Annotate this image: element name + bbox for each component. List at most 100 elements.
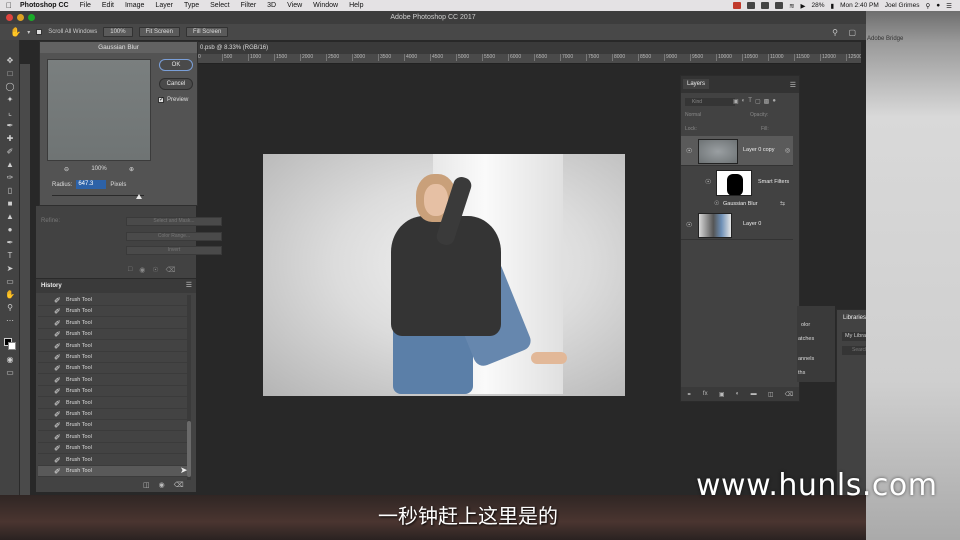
- apply-mask-icon[interactable]: ◉: [139, 266, 145, 274]
- menu-type[interactable]: Type: [184, 2, 199, 9]
- battery-level[interactable]: 28%: [812, 2, 825, 9]
- wifi-icon[interactable]: ≋: [789, 2, 794, 10]
- menu-3d[interactable]: 3D: [267, 2, 276, 9]
- history-state-row[interactable]: ✐ Brush Tool: [38, 318, 188, 329]
- filter-toggle-icon[interactable]: ●: [772, 98, 776, 105]
- color-range-button[interactable]: Color Range...: [126, 232, 222, 241]
- filter-name[interactable]: Gaussian Blur: [723, 201, 758, 207]
- menu-select[interactable]: Select: [210, 2, 229, 9]
- healing-tool-icon[interactable]: ✚: [5, 134, 15, 143]
- history-state-row[interactable]: ✐ Brush Tool: [38, 466, 188, 477]
- history-state-row[interactable]: ✐ Brush Tool: [38, 329, 188, 341]
- marquee-tool-icon[interactable]: □: [5, 69, 15, 78]
- adjustment-filter-icon[interactable]: ◐: [742, 98, 746, 105]
- snapshot-camera-icon[interactable]: ◉: [159, 481, 165, 489]
- history-tab[interactable]: History: [36, 279, 196, 293]
- siri-icon[interactable]: ●: [936, 2, 940, 9]
- menu-app[interactable]: Photoshop CC: [20, 2, 69, 9]
- battery-icon[interactable]: ▮: [831, 2, 835, 10]
- menu-view[interactable]: View: [287, 2, 302, 9]
- history-state-row[interactable]: ✐ Brush Tool: [38, 375, 188, 386]
- radius-input[interactable]: 647.3: [76, 180, 107, 189]
- smart-filter-row[interactable]: ☉ Smart Filters: [681, 167, 793, 199]
- zoom-out-icon[interactable]: ⊖: [64, 166, 69, 173]
- filter-mask-thumbnail[interactable]: [716, 170, 752, 196]
- visibility-eye-icon[interactable]: ☉: [686, 147, 692, 155]
- history-state-row[interactable]: ✐ Brush Tool: [38, 409, 188, 420]
- preview-checkbox[interactable]: ✓: [158, 97, 164, 103]
- workspace-icon[interactable]: ▢: [848, 28, 856, 37]
- hand-tool-icon[interactable]: ✋: [5, 290, 15, 299]
- history-state-row[interactable]: ✐ Brush Tool: [38, 455, 188, 466]
- shape-filter-icon[interactable]: ▢: [755, 98, 761, 105]
- history-state-row[interactable]: ✐ Brush Tool: [38, 386, 188, 398]
- smart-object-filter-icon[interactable]: ▩: [764, 98, 770, 105]
- filter-kind-dropdown[interactable]: Kind: [685, 98, 735, 106]
- panel-menu-icon[interactable]: ☰: [186, 281, 192, 289]
- history-state-row[interactable]: ✐ Brush Tool: [38, 352, 188, 363]
- background-color-swatch[interactable]: [8, 342, 16, 350]
- menu-file[interactable]: File: [80, 2, 91, 9]
- type-tool-icon[interactable]: T: [5, 251, 15, 260]
- horizontal-ruler[interactable]: 0 500 1000 1500 2000 2500 3000 3500 4000 4500 5000…: [196, 54, 861, 64]
- add-mask-icon[interactable]: ▣: [719, 391, 725, 398]
- path-select-tool-icon[interactable]: ➤: [5, 264, 15, 273]
- new-group-icon[interactable]: ▬: [751, 391, 757, 397]
- history-state-row[interactable]: ✐ Brush Tool: [38, 420, 188, 432]
- layer-style-icon[interactable]: fx: [703, 391, 708, 397]
- fit-screen-button[interactable]: Fit Screen: [138, 27, 180, 37]
- visibility-eye-icon[interactable]: ☉: [705, 178, 711, 186]
- minimize-window-icon[interactable]: [17, 14, 24, 21]
- layers-tab[interactable]: Layers: [683, 79, 710, 89]
- vertical-ruler[interactable]: [20, 64, 30, 495]
- hand-tool-icon[interactable]: ✋: [10, 27, 21, 38]
- quick-select-tool-icon[interactable]: ✦: [5, 95, 15, 104]
- scroll-all-checkbox[interactable]: [36, 29, 43, 35]
- history-state-row[interactable]: ✐ Brush Tool: [38, 341, 188, 352]
- type-filter-icon[interactable]: T: [748, 98, 752, 105]
- status-app-icon[interactable]: [733, 2, 742, 9]
- panel-label[interactable]: olor: [801, 322, 810, 328]
- zoom-in-icon[interactable]: ⊕: [129, 166, 134, 173]
- more-tools-icon[interactable]: ⋯: [5, 316, 15, 325]
- clock[interactable]: Mon 2:40 PM: [840, 2, 879, 9]
- quick-mask-icon[interactable]: ◉: [5, 355, 15, 364]
- document-photo[interactable]: [263, 154, 625, 396]
- ok-button[interactable]: OK: [159, 59, 193, 71]
- gradient-tool-icon[interactable]: ■: [5, 199, 15, 208]
- screen-mode-icon[interactable]: ▭: [5, 368, 15, 377]
- menu-window[interactable]: Window: [313, 2, 338, 9]
- history-state-row[interactable]: ✐ Brush Tool: [38, 363, 188, 375]
- menu-image[interactable]: Image: [125, 2, 144, 9]
- bridge-window-label[interactable]: Adobe Bridge: [867, 36, 903, 42]
- menu-filter[interactable]: Filter: [241, 2, 257, 9]
- history-state-row[interactable]: ✐ Brush Tool: [38, 306, 188, 318]
- status-app-icon[interactable]: [761, 2, 770, 9]
- trash-icon[interactable]: ⌫: [174, 481, 184, 489]
- user-name[interactable]: Joel Grimes: [885, 2, 920, 9]
- cancel-button[interactable]: Cancel: [159, 78, 193, 90]
- crop-tool-icon[interactable]: ⌞: [5, 108, 15, 117]
- panel-label[interactable]: annels: [798, 356, 814, 362]
- blur-preview-window[interactable]: [47, 59, 151, 161]
- panel-label[interactable]: atches: [798, 336, 814, 342]
- history-brush-tool-icon[interactable]: ✑: [5, 173, 15, 182]
- blend-mode-dropdown[interactable]: Normal: [685, 112, 701, 118]
- shape-tool-icon[interactable]: ▭: [5, 277, 15, 286]
- spotlight-icon[interactable]: ⚲: [925, 2, 930, 10]
- menu-layer[interactable]: Layer: [155, 2, 173, 9]
- history-state-row[interactable]: ✐ Brush Tool: [38, 398, 188, 409]
- eyedropper-tool-icon[interactable]: ✒: [5, 121, 15, 130]
- layer-row[interactable]: ☉ Layer 0 copy ◎: [681, 136, 793, 166]
- trash-icon[interactable]: ⌫: [166, 266, 176, 274]
- document-tab[interactable]: 0.psb @ 8.33% (RGB/16): [196, 42, 861, 54]
- status-app-icon[interactable]: [775, 2, 784, 9]
- close-window-icon[interactable]: [6, 14, 13, 21]
- history-state-row[interactable]: ✐ Brush Tool: [38, 432, 188, 443]
- panel-menu-icon[interactable]: ☰: [790, 81, 796, 89]
- adjustment-layer-icon[interactable]: ◐: [736, 391, 740, 397]
- panel-label[interactable]: ths: [798, 370, 805, 376]
- dodge-tool-icon[interactable]: ●: [5, 225, 15, 234]
- filter-row[interactable]: ☉ Gaussian Blur ⇆: [681, 199, 793, 209]
- layer-row[interactable]: ☉ Layer 0: [681, 210, 793, 240]
